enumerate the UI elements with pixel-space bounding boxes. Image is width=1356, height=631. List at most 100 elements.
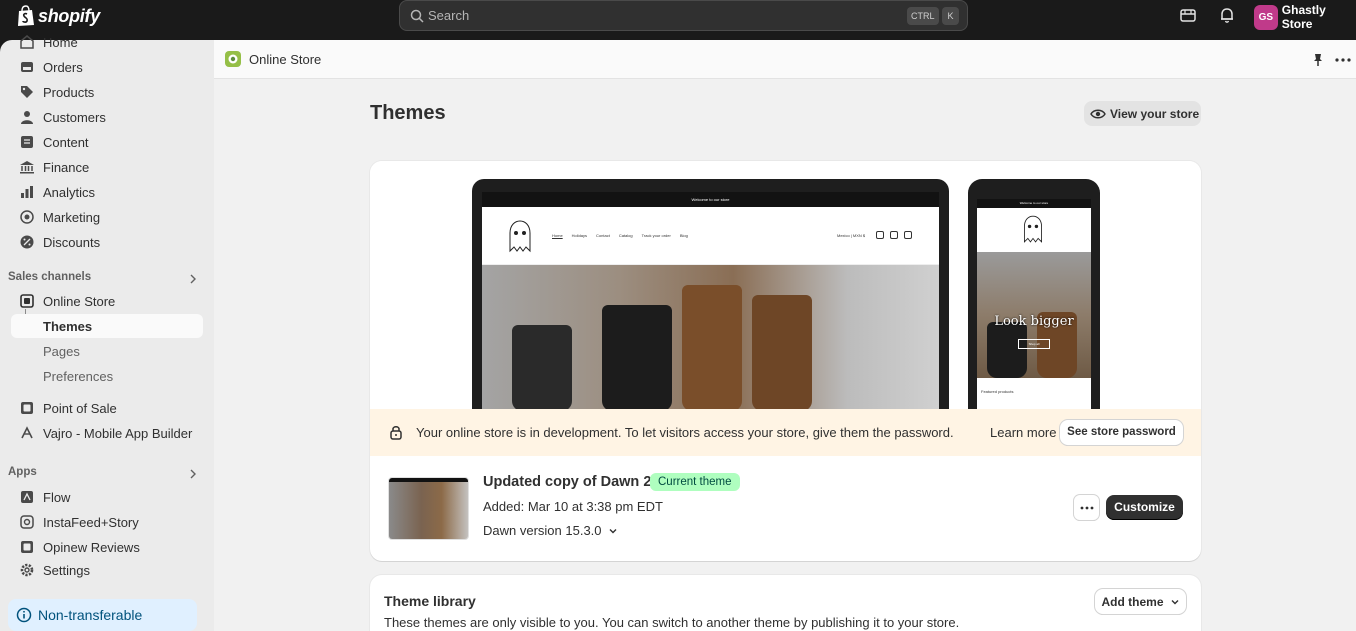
sidebar-item-point-of-sale[interactable]: Point of Sale [11, 396, 203, 420]
theme-actions-button[interactable] [1074, 495, 1099, 520]
sidebar-item-products[interactable]: Products [11, 80, 203, 104]
lock-icon [390, 426, 402, 440]
home-icon [20, 35, 34, 49]
gear-icon [20, 563, 34, 577]
sidebar-item-opinew[interactable]: Opinew Reviews [11, 535, 203, 559]
sidebar-item-home[interactable]: Home [11, 30, 203, 54]
sidebar-item-themes[interactable]: Themes [11, 314, 203, 338]
boot-shape [512, 325, 572, 411]
boot-shape [752, 295, 812, 411]
sidebar-item-label: Flow [43, 489, 71, 505]
sidebar-item-preferences[interactable]: Preferences [11, 364, 203, 388]
chevron-down-icon [1171, 599, 1178, 604]
preview-header: Home Holidays Contact Catalog Track your… [482, 207, 939, 265]
sidebar-item-label: Customers [43, 109, 106, 125]
sidebar-item-online-store[interactable]: Online Store [11, 289, 203, 313]
theme-library-title: Theme library [384, 593, 476, 609]
sidebar-item-orders[interactable]: Orders [11, 55, 203, 79]
more-horizontal-icon[interactable] [1334, 52, 1352, 68]
thumbnail-image [389, 482, 468, 539]
boot-shape [682, 285, 742, 411]
sidebar-item-label: Home [43, 34, 78, 50]
sidebar-item-label: Finance [43, 159, 90, 175]
ghost-logo-icon [1024, 215, 1042, 243]
chevron-right-icon[interactable] [188, 274, 198, 284]
main-content: Online Store Themes View your store Welc… [214, 40, 1356, 631]
search-icon [876, 231, 884, 239]
sidebar-item-label: Marketing [43, 209, 101, 225]
sidebar-item-pages[interactable]: Pages [11, 339, 203, 363]
theme-library-card: Theme library These themes are only visi… [370, 575, 1201, 631]
sidebar-item-finance[interactable]: Finance [11, 155, 203, 179]
store-name: Ghastly Store [1281, 3, 1326, 31]
bank-icon [20, 161, 34, 174]
sidebar-item-label: Content [43, 134, 89, 150]
sidebar-item-discounts[interactable]: Discounts [11, 230, 203, 254]
learn-more-link[interactable]: Learn more [990, 425, 1056, 440]
theme-name: Updated copy of Dawn 2.0 [483, 474, 664, 490]
preview-menu-item: Contact [596, 233, 610, 238]
eye-icon [1090, 109, 1106, 118]
sales-channels-heading[interactable]: Sales channels [8, 271, 91, 283]
store-switch-icon[interactable] [1179, 6, 1197, 24]
header-title[interactable]: Online Store [249, 52, 321, 67]
sidebar-item-instafeed[interactable]: InstaFeed+Story [11, 510, 203, 534]
sidebar-item-label: Online Store [43, 293, 116, 309]
sidebar-item-label: Analytics [43, 184, 96, 200]
development-message: Your online store is in development. To … [416, 425, 954, 440]
sidebar-item-settings[interactable]: Settings [11, 558, 203, 582]
preview-menu-item: Holidays [571, 233, 588, 238]
preview-headline: Look bigger [994, 314, 1074, 329]
preview-header [977, 208, 1091, 252]
tag-icon [21, 86, 33, 98]
shopify-logo[interactable]: shopify [16, 5, 100, 27]
boot-shape [987, 322, 1027, 378]
pin-icon[interactable] [1310, 52, 1326, 68]
customize-button[interactable]: Customize [1106, 495, 1183, 520]
chevron-down-icon [609, 528, 617, 533]
bell-icon[interactable] [1218, 6, 1236, 24]
preview-menu-item: Track your order [641, 233, 671, 238]
sidebar-item-analytics[interactable]: Analytics [11, 180, 203, 204]
announcement-bar: Welcome to our store [482, 192, 939, 207]
content-icon [21, 136, 33, 148]
vajro-icon [21, 426, 33, 439]
theme-preview[interactable]: Welcome to our store Home Holidays Conta… [370, 161, 1201, 411]
preview-menu-item: Catalog [618, 233, 633, 238]
search-bar[interactable]: Search CTRL K [399, 0, 968, 31]
announcement-bar: Welcome to our store [977, 199, 1091, 208]
info-icon [16, 607, 32, 623]
pos-icon [21, 402, 33, 414]
sidebar-item-vajro[interactable]: Vajro - Mobile App Builder [11, 421, 203, 445]
add-theme-button[interactable]: Add theme [1095, 589, 1186, 614]
sidebar-item-marketing[interactable]: Marketing [11, 205, 203, 229]
cart-icon [904, 231, 912, 239]
sidebar-item-customers[interactable]: Customers [11, 105, 203, 129]
shortcut-k-key: K [942, 7, 959, 25]
see-store-password-button[interactable]: See store password [1060, 420, 1183, 445]
search-icon [410, 9, 424, 23]
chevron-right-icon[interactable] [188, 469, 198, 479]
shortcut-ctrl-key: CTRL [907, 7, 939, 25]
desktop-preview-screen: Welcome to our store Home Holidays Conta… [482, 192, 939, 411]
instafeed-icon [20, 515, 34, 529]
flow-icon [21, 491, 33, 503]
sidebar-item-label: Orders [43, 59, 83, 75]
boot-shape [602, 305, 672, 411]
sidebar-item-label: InstaFeed+Story [43, 514, 139, 530]
ghost-logo-icon [509, 220, 531, 253]
chart-icon [21, 186, 33, 198]
opinew-icon [21, 541, 33, 553]
theme-version-dropdown[interactable]: Dawn version 15.3.0 [483, 523, 618, 538]
non-transferable-badge[interactable]: Non-transferable [8, 599, 197, 631]
sidebar-item-label: Opinew Reviews [43, 539, 140, 555]
sidebar-item-content[interactable]: Content [11, 130, 203, 154]
sidebar-item-flow[interactable]: Flow [11, 485, 203, 509]
sidebar-item-label: Themes [43, 318, 93, 334]
hero-image [482, 265, 939, 411]
sidebar-item-label: Preferences [43, 368, 114, 384]
apps-heading[interactable]: Apps [8, 466, 37, 478]
account-menu-button[interactable]: GS Ghastly Store [1254, 3, 1356, 31]
sidebar-item-label: Point of Sale [43, 400, 117, 416]
view-store-button[interactable]: View your store [1084, 101, 1201, 126]
